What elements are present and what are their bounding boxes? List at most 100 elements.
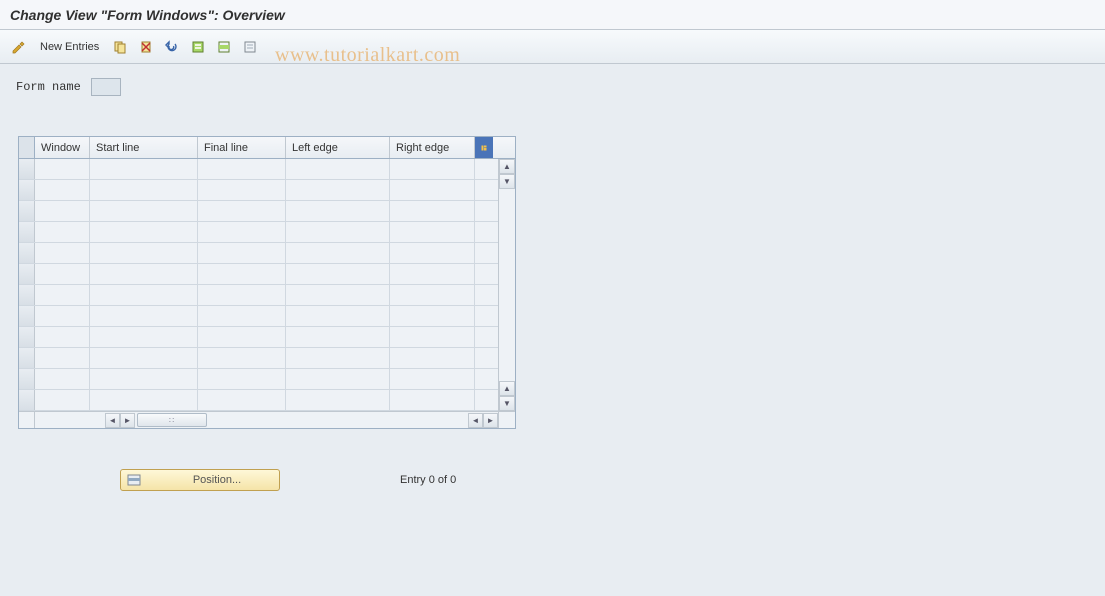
cell-start-line[interactable] xyxy=(90,348,198,368)
cell-final-line[interactable] xyxy=(198,327,286,347)
table-row[interactable] xyxy=(19,369,498,390)
cell-right-edge[interactable] xyxy=(390,285,475,305)
cell-right-edge[interactable] xyxy=(390,264,475,284)
cell-window[interactable] xyxy=(35,264,90,284)
cell-left-edge[interactable] xyxy=(286,201,390,221)
cell-right-edge[interactable] xyxy=(390,159,475,179)
cell-window[interactable] xyxy=(35,348,90,368)
cell-final-line[interactable] xyxy=(198,264,286,284)
column-selector[interactable] xyxy=(19,137,35,158)
new-entries-button[interactable]: New Entries xyxy=(34,36,105,58)
table-row[interactable] xyxy=(19,201,498,222)
table-row[interactable] xyxy=(19,306,498,327)
row-selector[interactable] xyxy=(19,327,35,347)
scroll-up-small-icon[interactable]: ▲ xyxy=(499,381,515,396)
cell-final-line[interactable] xyxy=(198,243,286,263)
cell-start-line[interactable] xyxy=(90,264,198,284)
cell-window[interactable] xyxy=(35,285,90,305)
cell-final-line[interactable] xyxy=(198,201,286,221)
cell-window[interactable] xyxy=(35,243,90,263)
vertical-scrollbar[interactable]: ▲ ▼ ▲ ▼ xyxy=(498,159,515,411)
cell-right-edge[interactable] xyxy=(390,327,475,347)
cell-right-edge[interactable] xyxy=(390,180,475,200)
cell-window[interactable] xyxy=(35,201,90,221)
deselect-all-icon[interactable] xyxy=(239,36,261,58)
cell-left-edge[interactable] xyxy=(286,180,390,200)
cell-window[interactable] xyxy=(35,222,90,242)
select-all-icon[interactable] xyxy=(187,36,209,58)
cell-left-edge[interactable] xyxy=(286,159,390,179)
column-start-line[interactable]: Start line xyxy=(90,137,198,158)
cell-final-line[interactable] xyxy=(198,306,286,326)
cell-left-edge[interactable] xyxy=(286,390,390,410)
toggle-display-change-icon[interactable] xyxy=(8,36,30,58)
table-row[interactable] xyxy=(19,243,498,264)
cell-left-edge[interactable] xyxy=(286,285,390,305)
table-row[interactable] xyxy=(19,390,498,411)
cell-right-edge[interactable] xyxy=(390,222,475,242)
copy-icon[interactable] xyxy=(109,36,131,58)
cell-final-line[interactable] xyxy=(198,285,286,305)
cell-window[interactable] xyxy=(35,180,90,200)
cell-left-edge[interactable] xyxy=(286,264,390,284)
cell-left-edge[interactable] xyxy=(286,222,390,242)
form-name-input[interactable] xyxy=(91,78,121,96)
table-row[interactable] xyxy=(19,327,498,348)
cell-final-line[interactable] xyxy=(198,180,286,200)
cell-window[interactable] xyxy=(35,306,90,326)
undo-icon[interactable] xyxy=(161,36,183,58)
scroll-right-icon[interactable]: ► xyxy=(483,413,498,428)
cell-start-line[interactable] xyxy=(90,369,198,389)
horizontal-scrollbar[interactable]: ◄ ► ∷ ◄ ► xyxy=(19,411,515,428)
row-selector[interactable] xyxy=(19,306,35,326)
cell-left-edge[interactable] xyxy=(286,348,390,368)
row-selector[interactable] xyxy=(19,348,35,368)
row-selector[interactable] xyxy=(19,369,35,389)
row-selector[interactable] xyxy=(19,222,35,242)
row-selector[interactable] xyxy=(19,180,35,200)
cell-right-edge[interactable] xyxy=(390,243,475,263)
column-window[interactable]: Window xyxy=(35,137,90,158)
table-row[interactable] xyxy=(19,159,498,180)
cell-start-line[interactable] xyxy=(90,201,198,221)
cell-start-line[interactable] xyxy=(90,159,198,179)
cell-final-line[interactable] xyxy=(198,390,286,410)
cell-start-line[interactable] xyxy=(90,180,198,200)
cell-window[interactable] xyxy=(35,159,90,179)
row-selector[interactable] xyxy=(19,264,35,284)
table-config-icon[interactable] xyxy=(475,137,493,158)
row-selector[interactable] xyxy=(19,243,35,263)
table-row[interactable] xyxy=(19,285,498,306)
delete-icon[interactable] xyxy=(135,36,157,58)
scroll-right-small-icon[interactable]: ► xyxy=(120,413,135,428)
column-final-line[interactable]: Final line xyxy=(198,137,286,158)
cell-final-line[interactable] xyxy=(198,369,286,389)
row-selector[interactable] xyxy=(19,285,35,305)
cell-start-line[interactable] xyxy=(90,243,198,263)
cell-left-edge[interactable] xyxy=(286,369,390,389)
position-button[interactable]: Position... xyxy=(120,469,280,491)
cell-start-line[interactable] xyxy=(90,390,198,410)
column-right-edge[interactable]: Right edge xyxy=(390,137,475,158)
cell-left-edge[interactable] xyxy=(286,327,390,347)
table-row[interactable] xyxy=(19,180,498,201)
table-row[interactable] xyxy=(19,348,498,369)
row-selector[interactable] xyxy=(19,201,35,221)
scroll-down-icon[interactable]: ▼ xyxy=(499,396,515,411)
cell-start-line[interactable] xyxy=(90,306,198,326)
select-block-icon[interactable] xyxy=(213,36,235,58)
cell-window[interactable] xyxy=(35,390,90,410)
cell-final-line[interactable] xyxy=(198,222,286,242)
cell-start-line[interactable] xyxy=(90,222,198,242)
cell-start-line[interactable] xyxy=(90,285,198,305)
row-selector[interactable] xyxy=(19,159,35,179)
scroll-up-icon[interactable]: ▲ xyxy=(499,159,515,174)
scroll-left-small-icon[interactable]: ◄ xyxy=(468,413,483,428)
scroll-left-icon[interactable]: ◄ xyxy=(105,413,120,428)
cell-final-line[interactable] xyxy=(198,348,286,368)
cell-window[interactable] xyxy=(35,369,90,389)
hscroll-thumb[interactable]: ∷ xyxy=(137,413,207,427)
scroll-down-small-icon[interactable]: ▼ xyxy=(499,174,515,189)
cell-right-edge[interactable] xyxy=(390,390,475,410)
cell-right-edge[interactable] xyxy=(390,306,475,326)
